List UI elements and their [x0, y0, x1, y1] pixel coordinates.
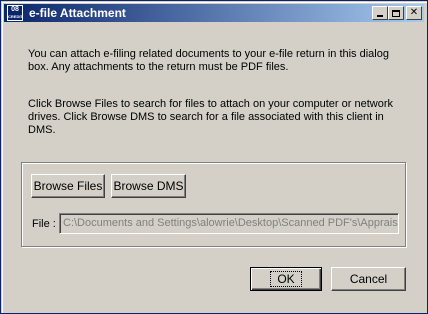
browse-files-button[interactable]: Browse Files: [31, 174, 105, 198]
app-icon-subtext: CREDIT: [8, 14, 23, 19]
minimize-icon: [377, 15, 383, 17]
cancel-button[interactable]: Cancel: [331, 267, 406, 291]
title-bar[interactable]: 08 CREDIT e-file Attachment ✕: [4, 4, 424, 22]
ok-button[interactable]: OK: [250, 267, 322, 291]
app-icon-text: 08: [11, 6, 19, 13]
ok-button-label: OK: [270, 271, 302, 287]
app-icon[interactable]: 08 CREDIT: [7, 5, 23, 21]
browse-dms-button[interactable]: Browse DMS: [111, 174, 186, 198]
maximize-icon: [392, 9, 400, 17]
close-icon: ✕: [409, 7, 419, 18]
minimize-button[interactable]: [372, 6, 388, 20]
instructions-browse: Click Browse Files to search for files t…: [28, 98, 393, 136]
file-path-field[interactable]: C:\Documents and Settings\alowrie\Deskto…: [59, 213, 399, 234]
close-button[interactable]: ✕: [406, 6, 422, 20]
maximize-button[interactable]: [388, 6, 404, 20]
file-label: File :: [32, 218, 56, 230]
window-title: e-file Attachment: [29, 6, 126, 20]
instructions-attach: You can attach e-filing related document…: [28, 48, 389, 73]
